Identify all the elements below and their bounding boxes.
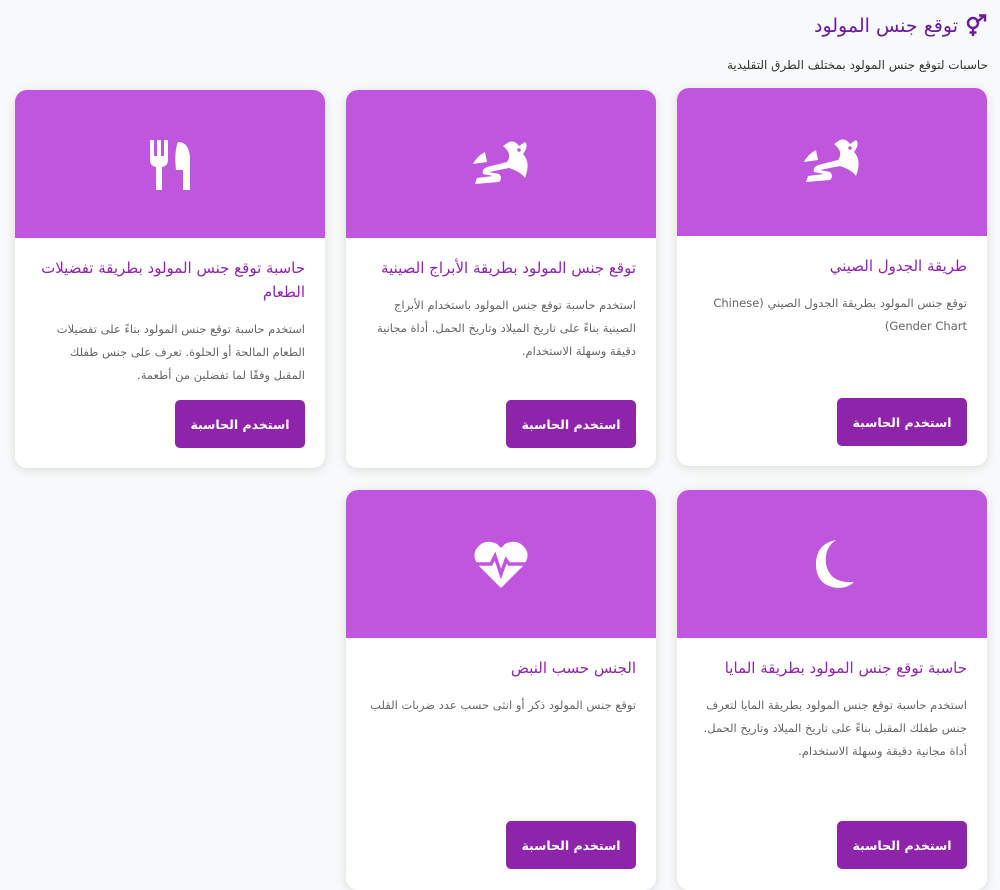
card-body: الجنس حسب النبض توقع جنس المولود ذكر أو …: [346, 638, 656, 717]
dragon-icon: [804, 139, 859, 182]
page-title-text: توقع جنس المولود: [813, 15, 958, 37]
card-title: توقع جنس المولود بطريقة الأبراج الصينية: [381, 259, 636, 277]
card-body: طريقة الجدول الصيني توقع جنس المولود بطر…: [677, 236, 987, 338]
card-heartbeat: الجنس حسب النبض توقع جنس المولود ذكر أو …: [346, 490, 656, 890]
use-calculator-button[interactable]: استخدم الحاسبة: [175, 400, 305, 448]
card-description: استخدم حاسبة توقع جنس المولود بناءً على …: [56, 322, 305, 382]
use-calculator-button[interactable]: استخدم الحاسبة: [837, 821, 967, 869]
card-banner: [346, 490, 656, 638]
card-body: حاسبة توقع جنس المولود بطريقة المايا است…: [677, 638, 987, 763]
page-subtitle: حاسبات لتوقع جنس المولود بمختلف الطرق ال…: [726, 58, 988, 72]
use-calculator-button[interactable]: استخدم الحاسبة: [506, 400, 636, 448]
venus-mars-icon: [966, 14, 987, 36]
card-banner: [15, 90, 325, 238]
card-title: الجنس حسب النبض: [510, 659, 636, 677]
card-title: طريقة الجدول الصيني: [829, 257, 967, 275]
use-calculator-button[interactable]: استخدم الحاسبة: [837, 398, 967, 446]
card-title: حاسبة توقع جنس المولود بطريقة تفضيلات ال…: [41, 259, 305, 301]
card-banner: [346, 90, 656, 238]
card-food-preferences: حاسبة توقع جنس المولود بطريقة تفضيلات ال…: [15, 90, 325, 468]
dragon-icon: [473, 141, 528, 184]
card-description: استخدم حاسبة توقع جنس المولود باستخدام ا…: [376, 298, 636, 358]
card-body: توقع جنس المولود بطريقة الأبراج الصينية …: [346, 238, 656, 363]
card-banner: [677, 490, 987, 638]
card-chinese-zodiac: توقع جنس المولود بطريقة الأبراج الصينية …: [346, 90, 656, 468]
card-description: استخدم حاسبة توقع جنس المولود بطريقة الم…: [703, 698, 967, 758]
utensils-icon: [150, 140, 190, 190]
card-chinese-chart: طريقة الجدول الصيني توقع جنس المولود بطر…: [677, 88, 987, 466]
moon-icon: [816, 540, 854, 588]
card-body: حاسبة توقع جنس المولود بطريقة تفضيلات ال…: [15, 238, 325, 387]
card-banner: [677, 88, 987, 236]
card-description: توقع جنس المولود ذكر أو انثى حسب عدد ضرب…: [370, 698, 636, 712]
card-description: توقع جنس المولود بطريقة الجدول الصيني (C…: [713, 296, 967, 333]
card-title: حاسبة توقع جنس المولود بطريقة المايا: [724, 659, 967, 677]
card-maya-method: حاسبة توقع جنس المولود بطريقة المايا است…: [677, 490, 987, 890]
use-calculator-button[interactable]: استخدم الحاسبة: [506, 821, 636, 869]
page-title: توقع جنس المولود: [814, 14, 988, 38]
heartbeat-icon: [474, 541, 528, 588]
